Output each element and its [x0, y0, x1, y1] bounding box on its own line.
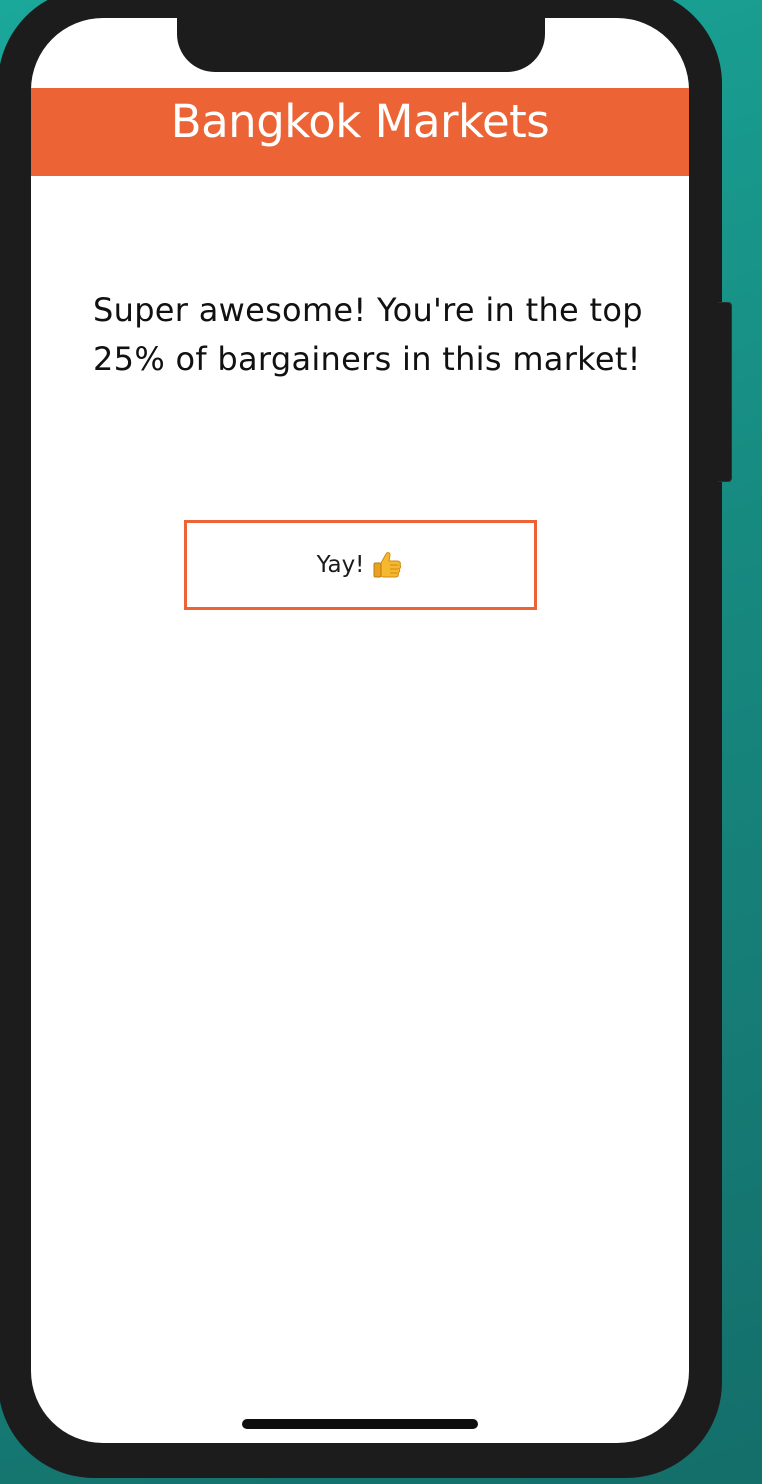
app-header: Bangkok Markets [31, 88, 689, 176]
phone-side-button [718, 302, 732, 482]
yay-button[interactable]: Yay! [184, 520, 537, 610]
result-message: Super awesome! You're in the top 25% of … [93, 291, 643, 378]
app-title: Bangkok Markets [170, 95, 550, 148]
phone-notch [177, 18, 545, 72]
home-indicator[interactable] [242, 1419, 478, 1429]
phone-screen: Bangkok Markets Super awesome! You're in… [31, 18, 689, 1443]
yay-button-label: Yay! [316, 552, 365, 578]
thumbs-up-icon [370, 548, 404, 582]
